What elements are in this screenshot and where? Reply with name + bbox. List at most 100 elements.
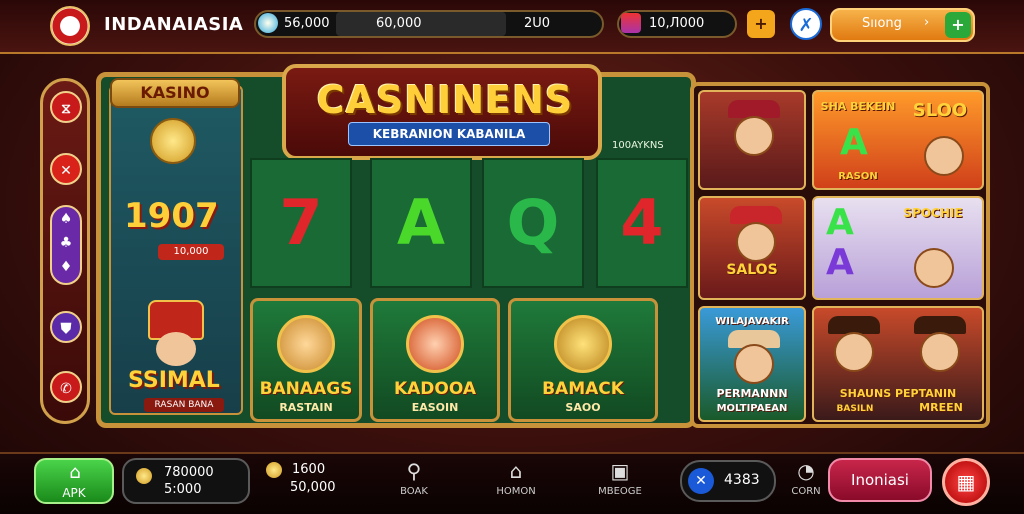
featured-tile[interactable]: WILAJAVAKIR PERMANNN MOLTIPAEAN: [698, 306, 806, 422]
game-sub: RASTAIN: [279, 401, 333, 414]
tile-extra: SLOO: [912, 100, 968, 121]
balance2-bottom: 50,000: [290, 480, 336, 495]
apk-button[interactable]: ⌂ APK: [34, 458, 114, 504]
kasino-label: KASINO: [110, 78, 240, 108]
game-tile[interactable]: BANAAGS RASTAIN: [250, 298, 362, 422]
reel-symbol: 4: [596, 158, 688, 288]
tile-label: SALOS: [726, 262, 778, 278]
home-icon: ⌂: [69, 462, 81, 483]
character-avatar: [914, 248, 954, 288]
game-sub: EASOIN: [411, 401, 459, 414]
tile-label: MREEN: [919, 401, 963, 414]
arrow-right-icon: ›: [924, 15, 930, 30]
balance-mid-bar: 60,000: [336, 12, 506, 36]
tile-label: MOLTIPAEAN: [716, 403, 788, 414]
nav-label: MBEOGE: [598, 486, 642, 497]
featured-tile[interactable]: SALOS: [698, 196, 806, 300]
tools-icon[interactable]: ✗: [790, 8, 822, 40]
reel-caption: 100AYKNS: [612, 140, 664, 151]
tile-label: RASON: [838, 171, 878, 182]
plus-icon[interactable]: +: [945, 12, 971, 38]
nav-item-home[interactable]: ⌂ HOMON: [486, 458, 546, 497]
featured-games-grid: SHA BEKEIN A RASON SLOO SALOS A A SPOCHI…: [690, 82, 990, 428]
featured-tile[interactable]: SHAUNS PEPTANIN MREEN BASILN: [812, 306, 984, 422]
game-art-icon: [554, 315, 612, 373]
character-avatar: [924, 136, 964, 176]
reel-symbol: 7: [250, 158, 352, 288]
balance-mid: 60,000: [376, 16, 422, 31]
game-title: CASNINENS: [316, 78, 574, 122]
card-suits-icon[interactable]: ♠ ♣ ♦: [50, 205, 82, 285]
coin-icon: [150, 118, 196, 164]
left-sidebar: ⧖ ✕ ♠ ♣ ♦ ⛊ ✆: [40, 78, 90, 424]
menu-icon[interactable]: ▦: [942, 458, 990, 506]
balance-top: 780000: [164, 465, 214, 480]
x-balance-pill[interactable]: ✕ 4383: [680, 460, 776, 502]
tile-label: PERMANNN: [716, 387, 788, 400]
coin-value: 10,Л000: [649, 16, 705, 31]
letter-a-icon: A: [826, 242, 854, 283]
game-art-icon: [406, 315, 464, 373]
character-avatar: [734, 344, 774, 384]
tile-label: SHAUNS PEPTANIN: [839, 387, 957, 400]
gem-icon: [258, 13, 278, 33]
shop-label: Sııong: [862, 16, 902, 31]
letter-a-icon: A: [826, 202, 854, 243]
phone-icon[interactable]: ✆: [50, 371, 82, 403]
brand-name: INDANAIASIA: [104, 14, 244, 35]
character-avatar: [736, 222, 776, 262]
balance-left: 56,000: [284, 16, 330, 31]
shop-button[interactable]: Sııong › +: [830, 8, 975, 42]
nav-item-profile[interactable]: ▣ MBEOGE: [590, 458, 650, 497]
jackpot-sub: 10,000: [158, 244, 224, 260]
jackpot-value: 1907: [124, 196, 219, 236]
featured-tile[interactable]: [698, 90, 806, 190]
character-avatar: [834, 332, 874, 372]
cross-icon[interactable]: ✕: [50, 153, 82, 185]
nav-label: HOMON: [496, 486, 536, 497]
tile-label: SPOCHIE: [903, 206, 963, 220]
shield-icon[interactable]: ⛊: [50, 311, 82, 343]
chevrons-icon[interactable]: ⧖: [50, 91, 82, 123]
x-value: 4383: [724, 472, 760, 488]
tile-top: WILAJAVAKIR: [715, 316, 789, 327]
game-tile[interactable]: BAMACK SAOO: [508, 298, 658, 422]
game-tile[interactable]: KADOOA EASOIN: [370, 298, 500, 422]
featured-tile[interactable]: SHA BEKEIN A RASON SLOO: [812, 90, 984, 190]
x-icon: ✕: [688, 468, 714, 494]
chat-icon: ◔: [797, 459, 815, 483]
add-coins-button[interactable]: +: [747, 10, 775, 38]
balance2-top: 1600: [292, 462, 326, 477]
character-avatar: [734, 116, 774, 156]
game-sub: SAOO: [565, 401, 601, 414]
balance-card[interactable]: 780000 5:000: [122, 458, 250, 504]
balance-pill[interactable]: 56,000 60,000 2U0: [254, 10, 604, 38]
logo-icon[interactable]: [50, 6, 90, 46]
tile-extra: BASILN: [836, 404, 874, 414]
reel-symbol: A: [370, 158, 472, 288]
nav-item-search[interactable]: ⚲ BOAK: [384, 458, 444, 497]
coin-icon: [266, 462, 282, 478]
game-title: KADOOA: [393, 379, 477, 399]
balance-bottom: 5:000: [164, 482, 202, 497]
home-icon: ⌂: [509, 459, 523, 483]
chest-icon: [621, 13, 641, 33]
info-button[interactable]: Inoniasi: [828, 458, 932, 502]
hero-caption: SSIMAL: [128, 368, 220, 393]
nav-label: BOAK: [400, 486, 428, 497]
reel-symbol: Q: [482, 158, 584, 288]
balance-right: 2U0: [524, 16, 551, 31]
coin-icon: [136, 468, 152, 484]
game-art-icon: [277, 315, 335, 373]
featured-tile[interactable]: A A SPOCHIE: [812, 196, 984, 300]
profile-icon: ▣: [610, 459, 630, 483]
hero-avatar: [156, 332, 196, 366]
game-title: BANAAGS: [259, 379, 353, 399]
coin-pill[interactable]: 10,Л000: [617, 10, 737, 38]
tile-top: SHA BEKEIN: [820, 100, 896, 113]
hero-sub: RASAN BANA: [144, 398, 224, 412]
search-icon: ⚲: [406, 459, 422, 483]
nav-item-chat[interactable]: ◔ CORN: [776, 458, 836, 497]
game-title: BAMACK: [542, 379, 624, 399]
nav-label: CORN: [791, 486, 821, 497]
